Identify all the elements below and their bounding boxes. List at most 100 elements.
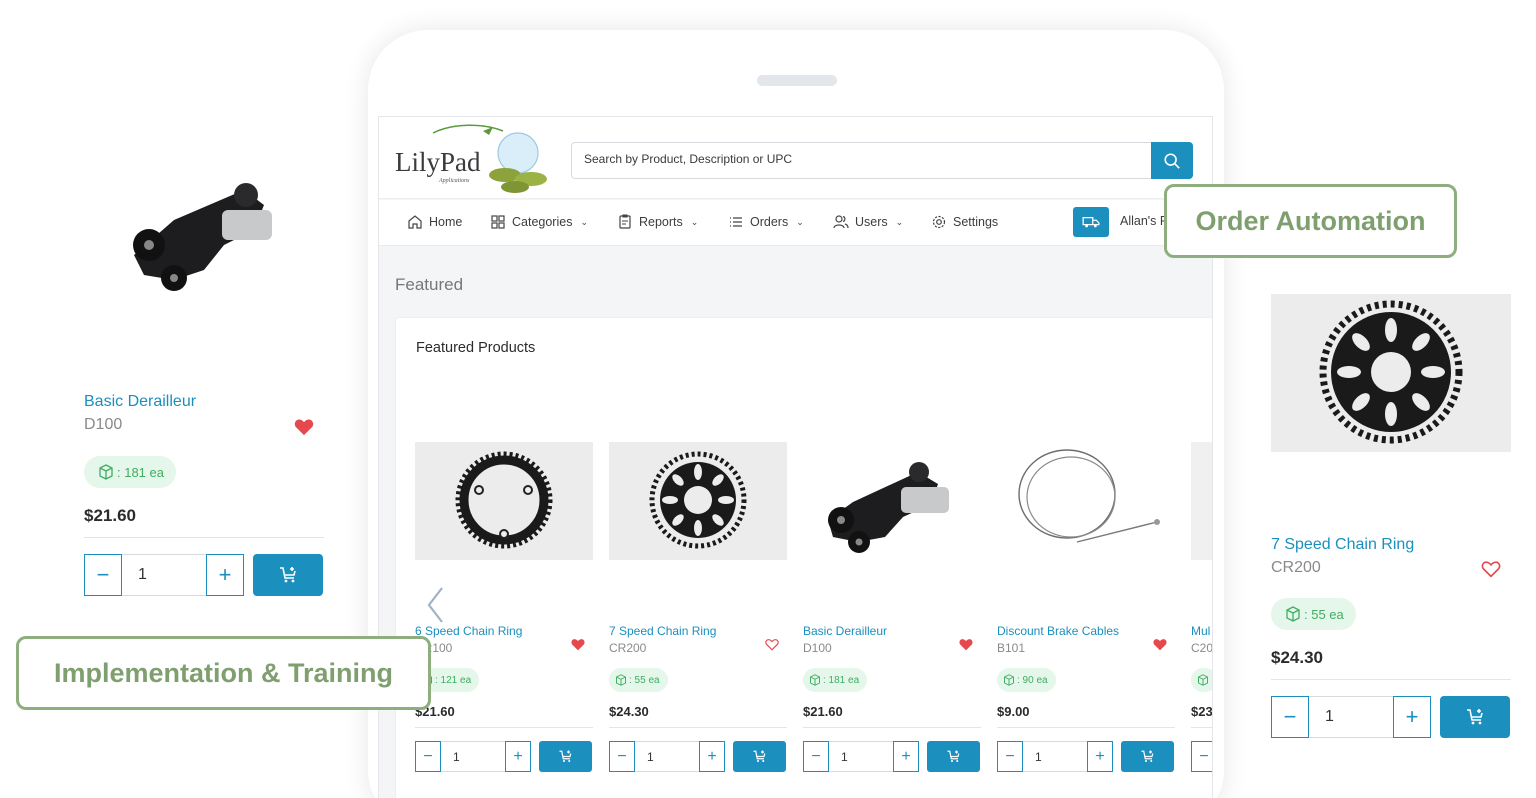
product-price: $9.00 [997, 704, 1030, 719]
qty-minus-button[interactable]: − [1191, 741, 1212, 772]
add-to-cart-button[interactable] [733, 741, 786, 772]
left-qty-minus-button[interactable]: − [84, 554, 122, 596]
qty-minus-button[interactable]: − [415, 741, 441, 772]
left-qty-plus-button[interactable]: + [206, 554, 244, 596]
search-button[interactable] [1151, 142, 1193, 179]
right-qty-minus-button[interactable]: − [1271, 696, 1309, 738]
heart-icon[interactable] [571, 638, 587, 654]
stock-badge: : 55 ea [609, 668, 668, 692]
product-image[interactable] [803, 442, 981, 560]
nav-reports[interactable]: Reports ⌄ [617, 214, 698, 230]
left-product-name[interactable]: Basic Derailleur [84, 393, 196, 411]
heart-icon[interactable] [959, 638, 975, 654]
nav-users[interactable]: Users ⌄ [833, 214, 903, 230]
quantity-stepper[interactable]: − [1191, 741, 1212, 772]
qty-plus-button[interactable]: + [699, 741, 725, 772]
quantity-stepper[interactable]: − 1 + [997, 741, 1113, 772]
nav-orders[interactable]: Orders ⌄ [728, 214, 804, 230]
box-icon [99, 464, 113, 480]
stock-value: : 90 ea [1017, 674, 1048, 686]
qty-value[interactable]: 1 [1023, 741, 1087, 772]
heart-icon[interactable] [1153, 638, 1169, 654]
qty-value[interactable]: 1 [829, 741, 893, 772]
account-selector[interactable]: Allan's F [1120, 214, 1168, 228]
product-code: D100 [803, 641, 832, 655]
qty-plus-button[interactable]: + [1087, 741, 1113, 772]
grid-icon [491, 215, 505, 229]
qty-minus-button[interactable]: − [609, 741, 635, 772]
marketing-stage: Basic Derailleur D100 : 181 ea $21.60 − … [0, 0, 1536, 798]
product-name[interactable]: 6 Speed Chain Ring [415, 624, 522, 638]
nav-orders-label: Orders [750, 215, 789, 229]
product-image[interactable] [415, 442, 593, 560]
card-divider [1191, 727, 1212, 728]
qty-minus-button[interactable]: − [803, 741, 829, 772]
qty-value[interactable]: 1 [441, 741, 505, 772]
left-product-qty-stepper[interactable]: − 1 + [84, 554, 244, 596]
product-image[interactable] [1191, 442, 1212, 560]
add-to-cart-button[interactable] [539, 741, 592, 772]
right-product-name[interactable]: 7 Speed Chain Ring [1271, 536, 1414, 554]
card-divider [803, 727, 981, 728]
left-product-heart-icon[interactable] [294, 418, 314, 436]
search-bar [571, 142, 1193, 179]
product-image[interactable] [997, 442, 1175, 560]
product-name[interactable]: Discount Brake Cables [997, 624, 1119, 638]
quantity-stepper[interactable]: − 1 + [609, 741, 725, 772]
quantity-stepper[interactable]: − 1 + [415, 741, 531, 772]
box-icon [1004, 674, 1014, 686]
box-icon [810, 674, 820, 686]
delivery-button[interactable] [1073, 207, 1109, 237]
nav-categories[interactable]: Categories ⌄ [490, 214, 588, 230]
add-to-cart-button[interactable] [927, 741, 980, 772]
right-qty-value[interactable]: 1 [1309, 696, 1393, 738]
right-product-divider [1271, 679, 1511, 680]
qty-minus-button[interactable]: − [997, 741, 1023, 772]
right-product-qty-stepper[interactable]: − 1 + [1271, 696, 1431, 738]
right-product-code: CR200 [1271, 559, 1321, 576]
left-product-stock-badge: : 181 ea [84, 456, 176, 488]
nav-home[interactable]: Home [407, 214, 462, 230]
heart-outline-icon[interactable] [765, 638, 781, 654]
product-name[interactable]: Basic Derailleur [803, 624, 887, 638]
chevron-down-icon: ⌄ [690, 216, 699, 227]
search-input[interactable] [584, 152, 1144, 166]
quantity-stepper[interactable]: − 1 + [803, 741, 919, 772]
right-qty-plus-button[interactable]: + [1393, 696, 1431, 738]
chevron-left-icon [427, 587, 443, 623]
lilypad-logo[interactable]: LilyPad Applications [393, 123, 553, 199]
nav-settings[interactable]: Settings [931, 214, 998, 230]
product-name[interactable]: 7 Speed Chain Ring [609, 624, 716, 638]
card-divider [609, 727, 787, 728]
nav-home-label: Home [429, 215, 463, 229]
cart-icon [1141, 750, 1154, 763]
product-name[interactable]: Mul [1191, 624, 1210, 638]
cart-icon [947, 750, 960, 763]
qty-value[interactable]: 1 [635, 741, 699, 772]
home-icon [408, 215, 422, 229]
left-qty-value[interactable]: 1 [122, 554, 206, 596]
left-add-to-cart-button[interactable] [253, 554, 323, 596]
list-icon [730, 217, 742, 227]
chevron-down-icon: ⌄ [796, 216, 804, 227]
product-code: CR200 [609, 641, 647, 655]
section-heading: Featured [395, 275, 464, 294]
qty-plus-button[interactable]: + [893, 741, 919, 772]
nav-reports-label: Reports [639, 215, 683, 229]
left-product-stock: : 181 ea [117, 464, 164, 480]
product-code: B101 [997, 641, 1026, 655]
logo-text: LilyPad [395, 147, 481, 177]
carousel-prev-arrow[interactable] [424, 585, 448, 625]
gear-icon [932, 215, 946, 229]
left-product-code: D100 [84, 416, 123, 433]
add-to-cart-button[interactable] [1121, 741, 1174, 772]
stock-badge: : 90 ea [997, 668, 1056, 692]
qty-plus-button[interactable]: + [505, 741, 531, 772]
product-image[interactable] [609, 442, 787, 560]
stock-badge: : 181 ea [803, 668, 868, 692]
right-product-heart-outline-icon[interactable] [1481, 560, 1501, 578]
right-add-to-cart-button[interactable] [1440, 696, 1510, 738]
search-icon [1164, 152, 1180, 169]
right-product-image[interactable] [1271, 294, 1511, 452]
nav-users-label: Users [855, 215, 888, 229]
